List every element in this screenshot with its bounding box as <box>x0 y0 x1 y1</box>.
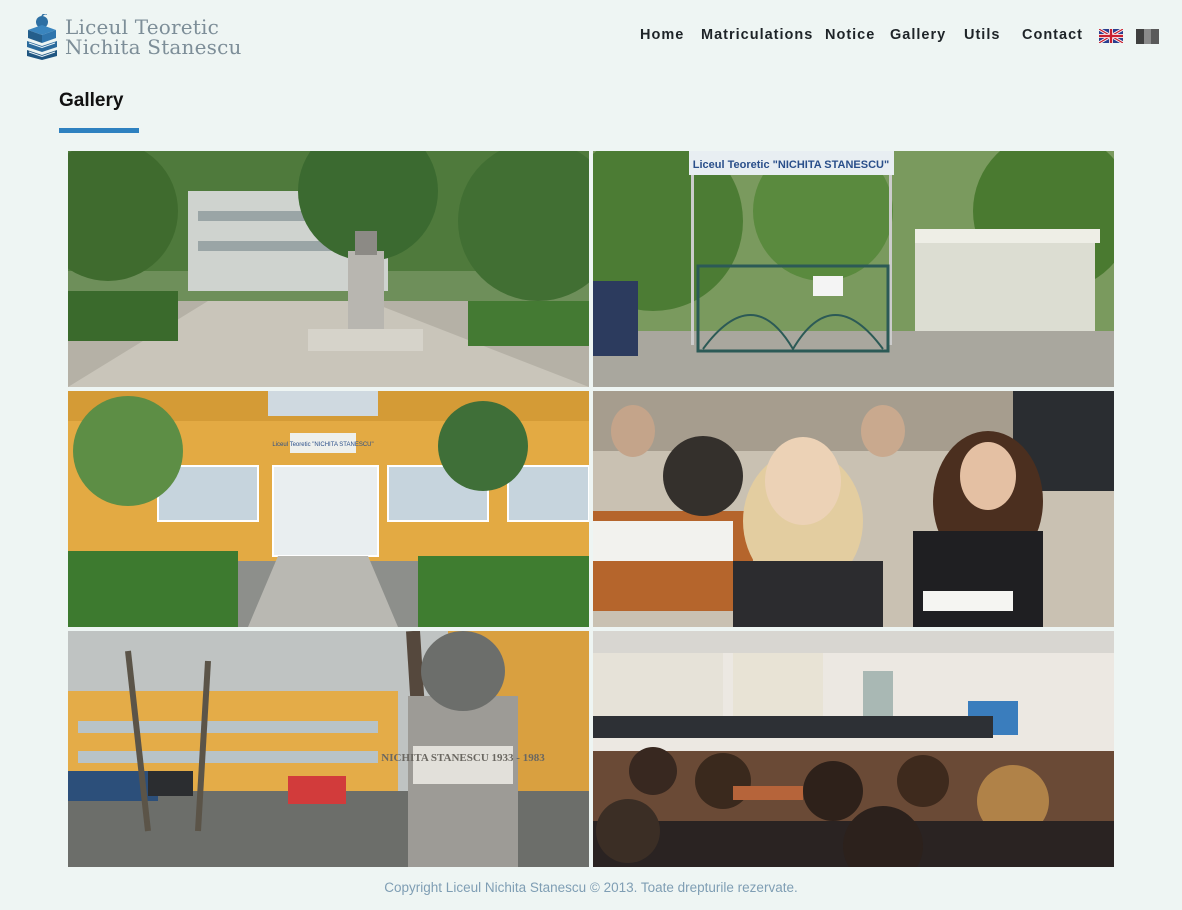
nav-item-utils[interactable]: Utils <box>964 27 1000 43</box>
site-header: Liceul Teoretic Nichita Stanescu Home Ma… <box>0 0 1182 72</box>
nav-item-home[interactable]: Home <box>640 27 684 43</box>
bust-plaque-text: NICHITA STANESCU 1933 - 1983 <box>381 752 545 764</box>
page-title: Gallery <box>59 90 124 111</box>
english-flag-icon[interactable] <box>1099 29 1123 43</box>
nav-item-gallery[interactable]: Gallery <box>890 27 946 43</box>
photo-gallery: Liceul Teoretic "NICHITA STANESCU" Liceu… <box>68 151 1114 868</box>
gate-sign-text: Liceul Teoretic "NICHITA STANESCU" <box>693 159 889 171</box>
nav-item-matriculations[interactable]: Matriculations <box>701 27 813 43</box>
computer-lab-students-photo <box>593 631 1114 867</box>
school-building-entrance-photo: Liceul Teoretic "NICHITA STANESCU" <box>68 391 589 627</box>
nav-item-notice[interactable]: Notice <box>825 27 875 43</box>
title-underline <box>59 128 139 133</box>
building-sign-text: Liceul Teoretic "NICHITA STANESCU" <box>272 442 373 448</box>
gallery-photo-bust[interactable]: NICHITA STANESCU 1933 - 1983 <box>68 631 589 867</box>
gallery-photo-courtyard[interactable] <box>68 151 589 387</box>
page-title-wrap: Gallery <box>59 90 123 112</box>
school-entrance-gate-photo: Liceul Teoretic "NICHITA STANESCU" <box>593 151 1114 387</box>
footer-copyright: Copyright Liceul Nichita Stanescu © 2013… <box>384 880 798 895</box>
nav-item-contact[interactable]: Contact <box>1022 27 1083 43</box>
main-nav: Home Matriculations Notice Gallery Utils… <box>0 27 1182 47</box>
romanian-flag-icon[interactable] <box>1136 29 1159 44</box>
nichita-stanescu-bust-photo: NICHITA STANESCU 1933 - 1983 <box>68 631 589 867</box>
gallery-photo-students[interactable] <box>593 391 1114 627</box>
gallery-photo-gate[interactable]: Liceul Teoretic "NICHITA STANESCU" <box>593 151 1114 387</box>
school-courtyard-monument-photo <box>68 151 589 387</box>
gallery-photo-building[interactable]: Liceul Teoretic "NICHITA STANESCU" <box>68 391 589 627</box>
students-classroom-photo <box>593 391 1114 627</box>
gallery-photo-computer-lab[interactable] <box>593 631 1114 867</box>
